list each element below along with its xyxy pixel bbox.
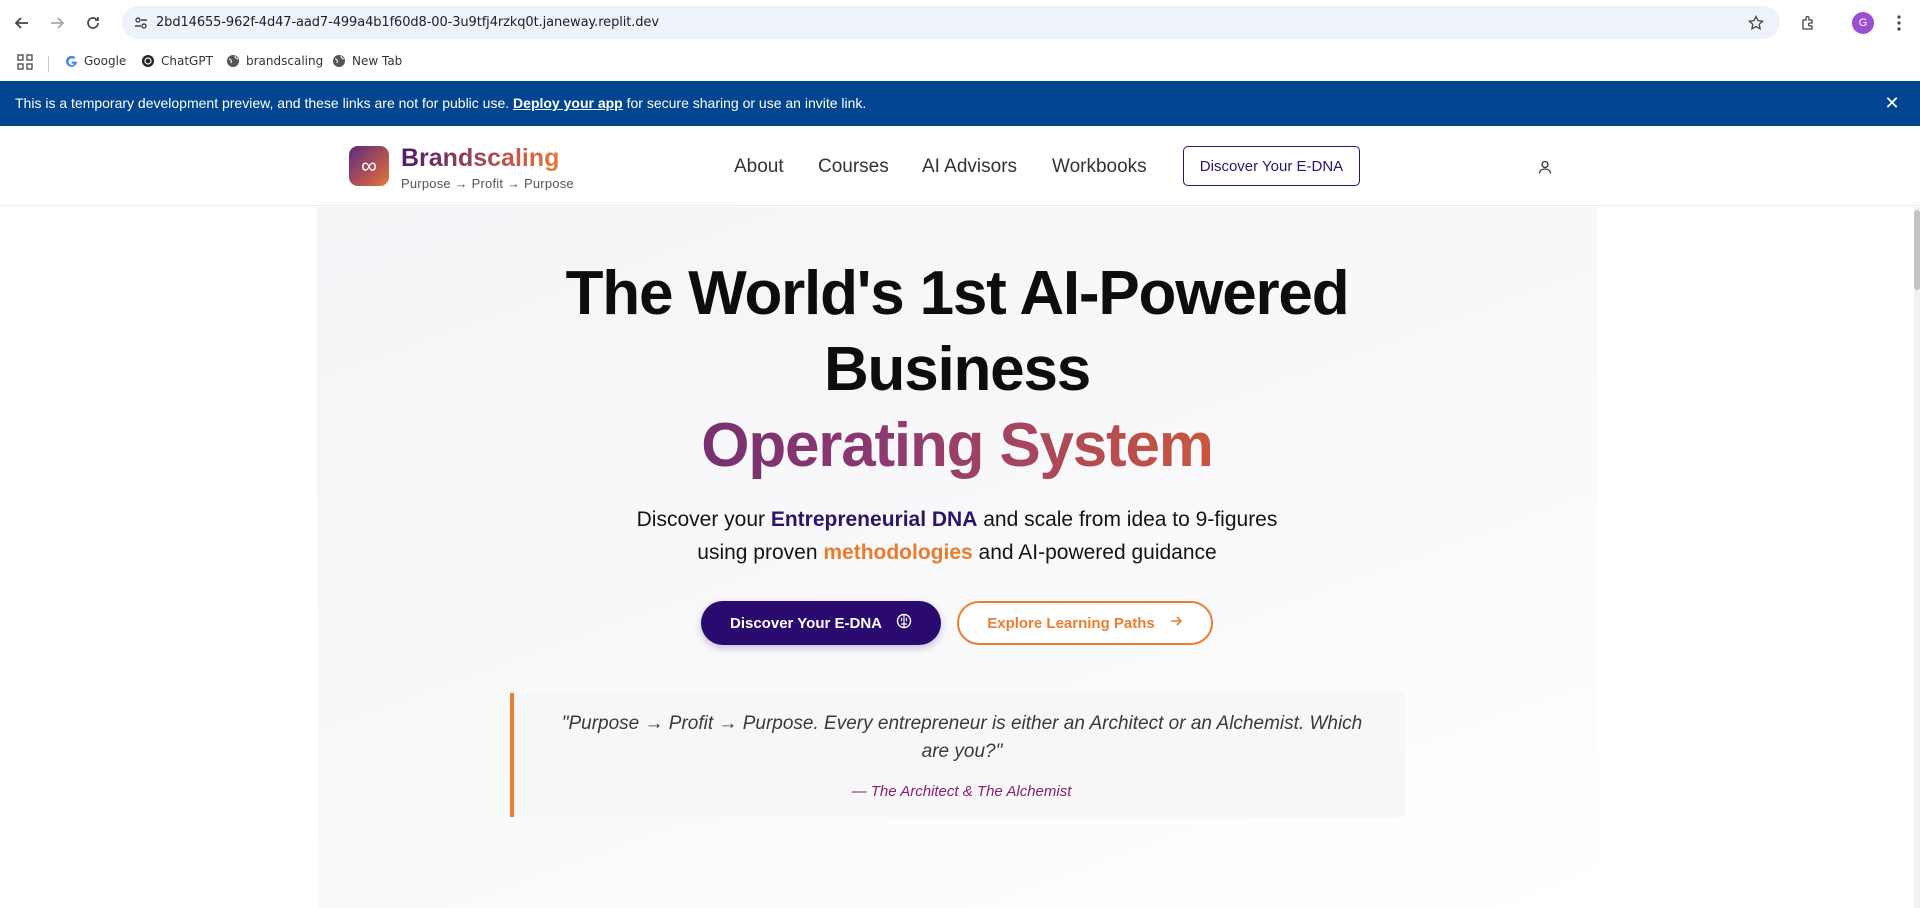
profile-avatar[interactable]: G <box>1852 12 1874 34</box>
back-icon[interactable] <box>9 10 35 36</box>
quote-author: — The Architect & The Alchemist <box>851 783 1072 800</box>
subtitle-text: Discover your <box>636 508 771 531</box>
forward-icon[interactable] <box>44 10 70 36</box>
bookmark-label: New Tab <box>352 54 403 68</box>
bookmark-google[interactable]: Google <box>64 54 126 68</box>
brand-name[interactable]: Brandscaling <box>401 144 559 173</box>
globe-icon <box>226 54 240 68</box>
highlight-entrepreneurial-dna: Entrepreneurial DNA <box>770 508 978 531</box>
banner-text: This is a temporary development preview,… <box>15 95 514 111</box>
highlight-methodologies: methodologies <box>823 541 973 564</box>
globe-icon <box>332 54 346 68</box>
dev-preview-banner: This is a temporary development preview,… <box>0 81 1920 126</box>
bookmark-label: Google <box>84 54 127 68</box>
subtitle-text: using proven <box>697 541 824 564</box>
quote-text: "Purpose → Profit → Purpose. Every entre… <box>561 713 1363 762</box>
banner-text: for secure sharing or use an invite link… <box>622 95 867 111</box>
bookmark-brandscaling[interactable]: brandscaling <box>226 54 323 68</box>
explore-learning-paths-button[interactable]: Explore Learning Paths <box>957 601 1213 645</box>
browser-toolbar: 2bd14655-962f-4d47-aad7-499a4b1f60d8-00-… <box>0 0 1920 46</box>
button-label: Explore Learning Paths <box>987 614 1155 632</box>
nav-ai-advisors[interactable]: AI Advisors <box>922 156 1017 178</box>
hero-title-line1: The World's 1st AI-Powered <box>565 259 1350 328</box>
bookmarks-divider <box>48 56 49 72</box>
more-menu-icon[interactable] <box>1886 10 1912 36</box>
address-bar[interactable]: 2bd14655-962f-4d47-aad7-499a4b1f60d8-00-… <box>122 6 1780 39</box>
bookmark-label: ChatGPT <box>161 54 213 68</box>
subtitle-text: and scale from idea to 9-figures <box>977 508 1278 531</box>
hero-subtitle-line2: using proven methodologies and AI-powere… <box>317 541 1597 565</box>
button-label: Discover Your E-DNA <box>730 614 882 632</box>
quote-block: "Purpose → Profit → Purpose. Every entre… <box>510 693 1405 817</box>
brand-tagline: Purpose → Profit → Purpose <box>401 176 574 191</box>
bookmark-label: brandscaling <box>246 54 324 68</box>
bookmarks-bar: Google ChatGPT brandscaling New Tab <box>0 46 1920 80</box>
apps-grid-icon[interactable] <box>17 54 33 70</box>
arrow-right-icon <box>1169 614 1183 632</box>
bookmark-star-icon[interactable] <box>1746 13 1766 33</box>
site-header: ∞ Brandscaling Purpose → Profit → Purpos… <box>0 126 1920 206</box>
hero-title-line2: Business <box>823 335 1091 404</box>
header-cta-button[interactable]: Discover Your E-DNA <box>1183 146 1360 186</box>
hero-title-gradient: Operating System <box>317 410 1597 481</box>
banner-message: This is a temporary development preview,… <box>15 95 866 111</box>
nav-about[interactable]: About <box>734 156 784 178</box>
site-info-icon[interactable] <box>132 14 150 32</box>
scrollbar-thumb[interactable] <box>1914 210 1920 290</box>
extensions-icon[interactable] <box>1795 10 1821 36</box>
bookmark-chatgpt[interactable]: ChatGPT <box>141 54 213 68</box>
subtitle-text: and AI-powered guidance <box>972 541 1217 564</box>
google-icon <box>64 54 78 68</box>
close-icon[interactable]: ✕ <box>1882 93 1902 113</box>
user-icon[interactable] <box>1535 157 1555 177</box>
nav-workbooks[interactable]: Workbooks <box>1052 156 1147 178</box>
chatgpt-icon <box>141 54 155 68</box>
logo-infinity-icon[interactable]: ∞ <box>349 146 389 186</box>
bookmark-new-tab[interactable]: New Tab <box>332 54 402 68</box>
brain-icon <box>896 613 912 633</box>
nav-courses[interactable]: Courses <box>818 156 889 178</box>
deploy-app-link[interactable]: Deploy your app <box>513 95 623 111</box>
reload-icon[interactable] <box>80 10 106 36</box>
discover-edna-button[interactable]: Discover Your E-DNA <box>701 601 941 645</box>
scrollbar-track[interactable] <box>1914 207 1920 908</box>
url-text[interactable]: 2bd14655-962f-4d47-aad7-499a4b1f60d8-00-… <box>156 15 659 30</box>
hero-subtitle-line1: Discover your Entrepreneurial DNA and sc… <box>317 508 1597 532</box>
